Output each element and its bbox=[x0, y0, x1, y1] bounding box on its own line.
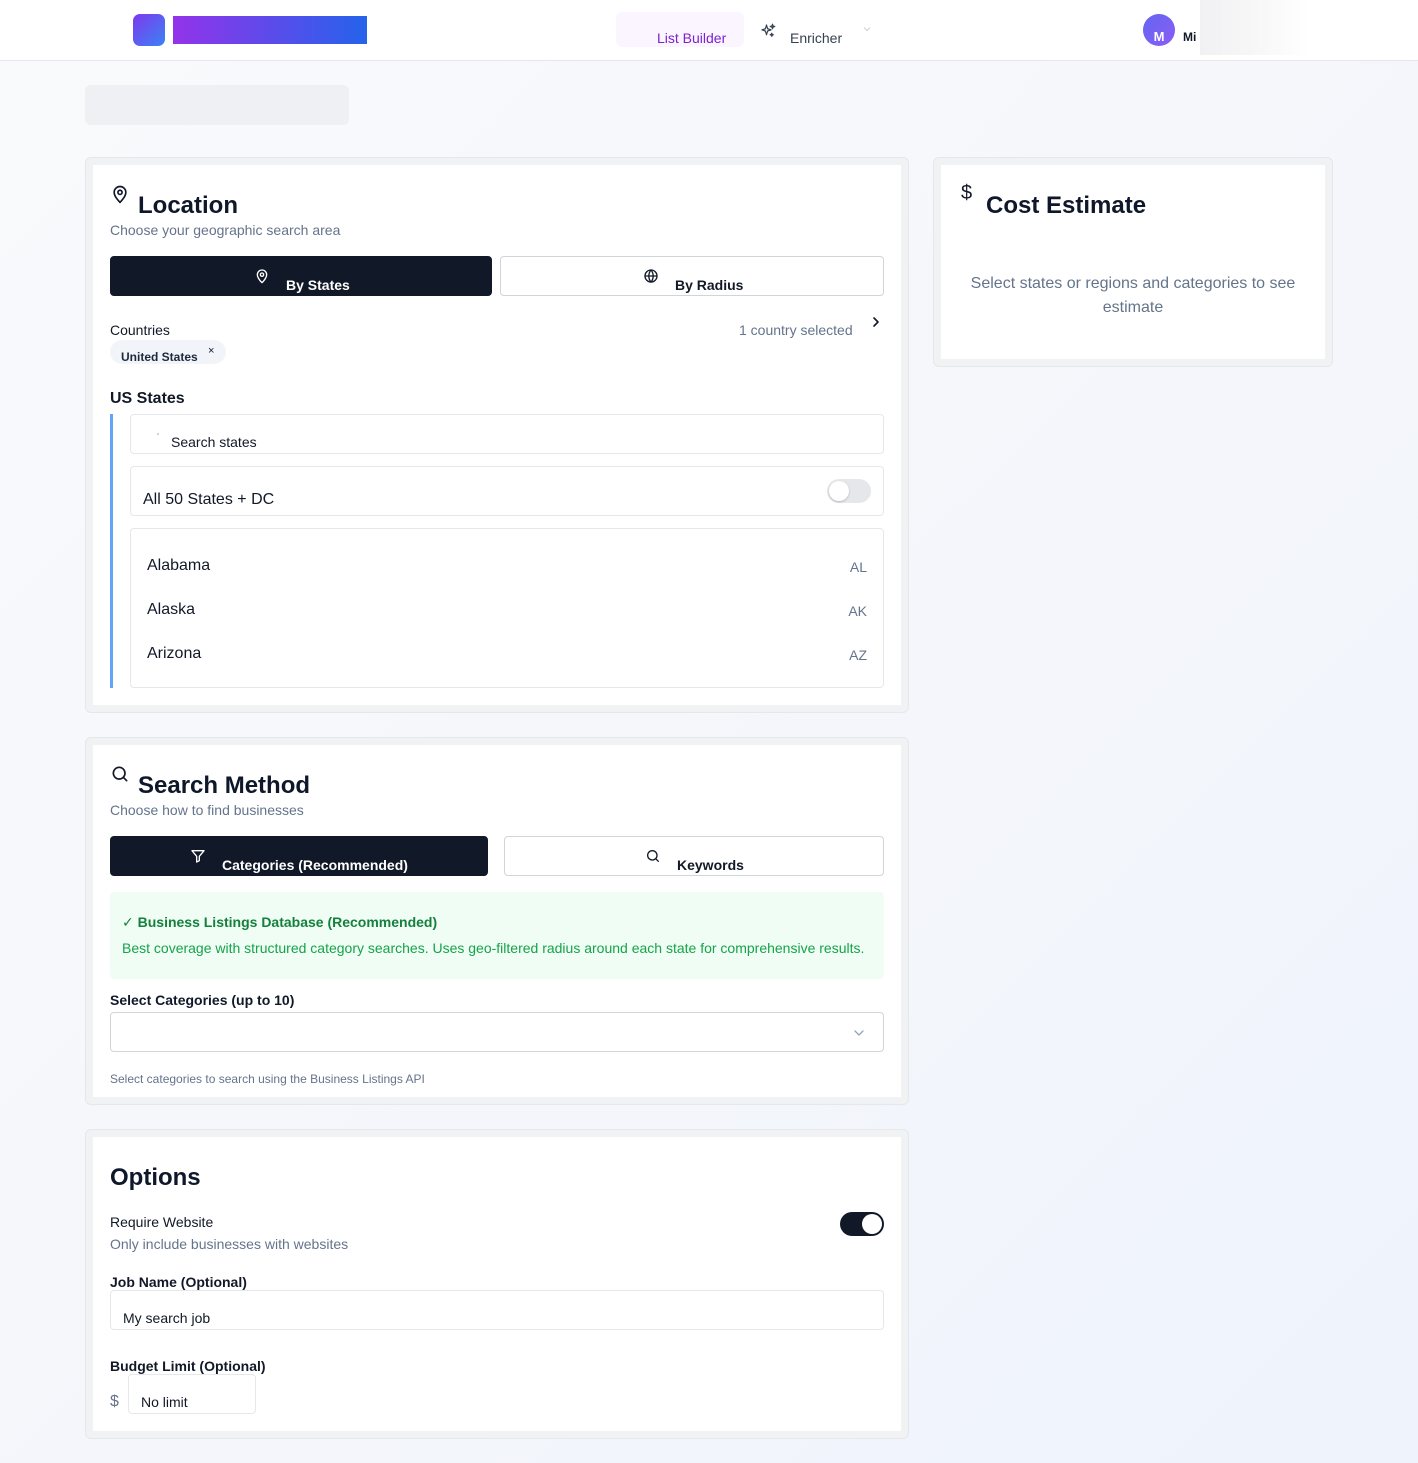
cost-estimate-title: Cost Estimate bbox=[986, 192, 1147, 219]
by-states-label: By States bbox=[286, 277, 350, 293]
dollar-sign-icon: $ bbox=[110, 1393, 119, 1410]
toggle-knob bbox=[829, 481, 849, 501]
categories-select[interactable] bbox=[110, 1012, 884, 1052]
avatar-initial: M bbox=[1153, 29, 1165, 44]
country-chip-united-states: United States × bbox=[110, 340, 226, 364]
app-logo-icon[interactable] bbox=[133, 14, 165, 46]
business-listings-info: ✓ Business Listings Database (Recommende… bbox=[110, 892, 884, 979]
app-logo-wordmark[interactable] bbox=[173, 16, 367, 44]
categories-mode-button[interactable]: Categories (Recommended) bbox=[110, 836, 488, 876]
map-pin-icon bbox=[256, 269, 268, 284]
nav-list-builder-label[interactable]: List Builder bbox=[657, 30, 726, 46]
categories-label: Select Categories (up to 10) bbox=[110, 992, 295, 1008]
us-states-label: US States bbox=[110, 390, 185, 407]
all-states-label: All 50 States + DC bbox=[143, 491, 275, 508]
chevron-down-icon bbox=[854, 1030, 864, 1036]
keywords-mode-label: Keywords bbox=[677, 857, 744, 873]
budget-input[interactable]: No limit bbox=[128, 1374, 256, 1414]
categories-hint: Select categories to search using the Bu… bbox=[110, 1072, 425, 1086]
search-icon bbox=[112, 766, 128, 782]
keywords-mode-button[interactable]: Keywords bbox=[504, 836, 884, 876]
require-website-label: Require Website bbox=[110, 1214, 214, 1230]
state-row-alabama[interactable]: Alabama AL bbox=[131, 530, 883, 575]
state-name: Alaska bbox=[147, 601, 196, 618]
sparkles-icon[interactable] bbox=[759, 22, 777, 40]
header-fade-overlay bbox=[1200, 0, 1310, 55]
job-name-input[interactable]: My search job bbox=[110, 1290, 884, 1330]
toggle-knob bbox=[862, 1214, 882, 1234]
country-chip-label: United States bbox=[121, 350, 198, 364]
require-website-desc: Only include businesses with websites bbox=[110, 1236, 349, 1252]
by-radius-button[interactable]: By Radius bbox=[500, 256, 884, 296]
search-icon bbox=[157, 433, 159, 435]
cost-estimate-card bbox=[933, 157, 1333, 367]
globe-icon bbox=[644, 269, 658, 283]
state-code: AZ bbox=[849, 647, 867, 663]
state-row-arizona[interactable]: Arizona AZ bbox=[131, 618, 883, 663]
state-row-alaska[interactable]: Alaska AK bbox=[131, 574, 883, 619]
info-text: Best coverage with structured category s… bbox=[122, 940, 865, 956]
categories-mode-label: Categories (Recommended) bbox=[222, 857, 408, 873]
dollar-sign-icon: $ bbox=[961, 182, 973, 204]
states-accent-bar bbox=[110, 414, 113, 688]
state-code: AK bbox=[848, 603, 867, 619]
cost-estimate-message: Select states or regions and categories … bbox=[970, 275, 1296, 316]
budget-label: Budget Limit (Optional) bbox=[110, 1358, 266, 1374]
budget-placeholder: No limit bbox=[141, 1394, 188, 1410]
countries-label: Countries bbox=[110, 322, 170, 338]
by-radius-label: By Radius bbox=[675, 277, 744, 293]
require-website-toggle[interactable] bbox=[840, 1212, 884, 1236]
filter-icon bbox=[191, 850, 205, 863]
search-method-title: Search Method bbox=[138, 772, 311, 799]
search-method-subtitle: Choose how to find businesses bbox=[110, 802, 304, 818]
by-states-button[interactable]: By States bbox=[110, 256, 492, 296]
options-title: Options bbox=[110, 1164, 201, 1191]
page-title-placeholder bbox=[85, 85, 349, 125]
all-states-row[interactable]: All 50 States + DC bbox=[130, 466, 884, 516]
job-name-label: Job Name (Optional) bbox=[110, 1274, 247, 1290]
search-states-input[interactable]: Search states bbox=[130, 414, 884, 454]
map-pin-icon bbox=[113, 185, 127, 204]
state-name: Arizona bbox=[147, 645, 202, 662]
nav-enricher-label[interactable]: Enricher bbox=[790, 30, 842, 46]
location-title: Location bbox=[138, 192, 238, 219]
all-states-toggle[interactable] bbox=[827, 479, 871, 503]
state-name: Alabama bbox=[147, 557, 211, 574]
countries-count[interactable]: 1 country selected bbox=[739, 322, 853, 338]
chevron-down-icon[interactable] bbox=[862, 24, 872, 34]
chevron-right-icon[interactable] bbox=[870, 315, 882, 329]
chip-remove-icon[interactable]: × bbox=[208, 345, 214, 357]
info-title: ✓ Business Listings Database (Recommende… bbox=[122, 914, 438, 930]
user-name[interactable]: Mi bbox=[1183, 30, 1199, 44]
search-states-placeholder: Search states bbox=[171, 434, 257, 450]
search-icon bbox=[647, 850, 659, 862]
job-name-placeholder: My search job bbox=[123, 1310, 211, 1326]
location-subtitle: Choose your geographic search area bbox=[110, 222, 341, 238]
state-code: AL bbox=[849, 559, 867, 575]
top-header: List Builder Enricher M Mi bbox=[0, 0, 1418, 61]
avatar[interactable]: M bbox=[1143, 14, 1175, 46]
